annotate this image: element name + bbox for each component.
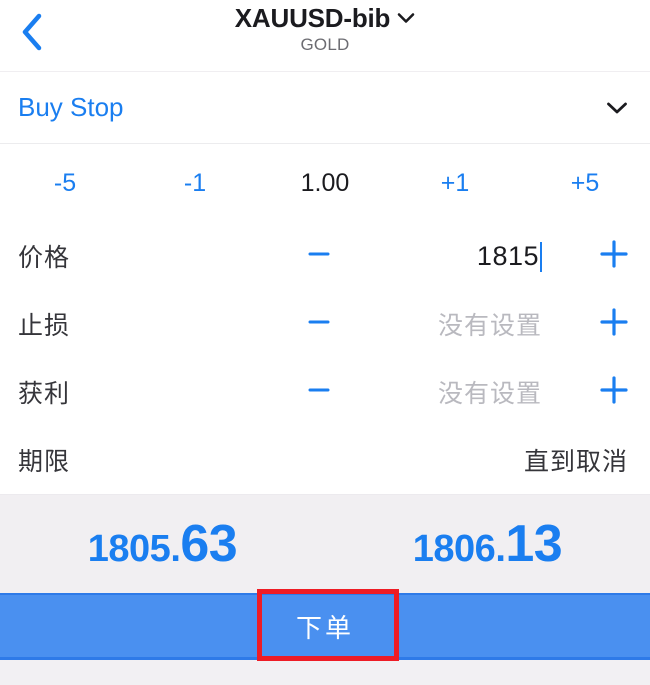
stop-loss-placeholder: 没有设置: [437, 312, 542, 340]
price-input[interactable]: 1815: [350, 241, 578, 272]
take-profit-placeholder: 没有设置: [437, 380, 542, 408]
ask-decimal-part: 13: [505, 515, 563, 573]
quote-panel: 1805.63 1806.13: [0, 494, 650, 593]
place-order-label: 下单: [295, 612, 354, 643]
ask-price[interactable]: 1806.13: [325, 514, 650, 574]
price-row: 价格 1815: [0, 222, 650, 290]
stop-loss-input[interactable]: 没有设置: [350, 306, 578, 342]
bottom-safe-area: [0, 660, 650, 685]
take-profit-increment-button[interactable]: [594, 373, 634, 412]
volume-plus-1-button[interactable]: +1: [390, 169, 520, 198]
bid-integer-part: 1805.: [87, 528, 181, 570]
plus-icon: [597, 237, 631, 276]
stop-loss-label: 止损: [18, 312, 71, 340]
plus-icon: [597, 305, 631, 344]
expiry-label: 期限: [18, 448, 71, 476]
minus-icon: [306, 241, 332, 272]
app-header: XAUUSD-bib GOLD: [0, 0, 650, 72]
volume-minus-5-button[interactable]: -5: [0, 169, 130, 198]
text-cursor: [540, 241, 542, 272]
stop-loss-increment-button[interactable]: [594, 305, 634, 344]
minus-icon: [306, 377, 332, 408]
expiry-value: 直到取消: [523, 448, 628, 476]
price-increment-button[interactable]: [594, 237, 634, 276]
stop-loss-row: 止损 没有设置: [0, 290, 650, 358]
chevron-down-icon: [606, 101, 628, 115]
expiry-row[interactable]: 期限 直到取消: [0, 426, 650, 494]
plus-icon: [597, 373, 631, 412]
order-type-selector[interactable]: Buy Stop: [0, 72, 650, 144]
order-type-label: Buy Stop: [18, 92, 124, 122]
ask-integer-part: 1806.: [412, 528, 506, 570]
volume-input[interactable]: 1.00: [260, 169, 390, 198]
chevron-down-icon: [397, 11, 415, 29]
symbol-description: GOLD: [300, 34, 350, 54]
volume-stepper-row: -5 -1 1.00 +1 +5: [0, 144, 650, 222]
take-profit-label: 获利: [18, 380, 71, 408]
place-order-button[interactable]: 下单: [0, 593, 650, 660]
order-ticket-screen: XAUUSD-bib GOLD Buy Stop -5 -1 1.00 +1 +…: [0, 0, 650, 685]
take-profit-decrement-button[interactable]: [302, 377, 336, 408]
price-value: 1815: [476, 240, 539, 271]
bid-price[interactable]: 1805.63: [0, 514, 325, 574]
stop-loss-decrement-button[interactable]: [302, 309, 336, 340]
symbol-selector[interactable]: XAUUSD-bib: [235, 4, 415, 33]
volume-plus-5-button[interactable]: +5: [520, 169, 650, 198]
minus-icon: [306, 309, 332, 340]
price-decrement-button[interactable]: [302, 241, 336, 272]
price-label: 价格: [18, 244, 71, 272]
page-title: XAUUSD-bib: [234, 3, 391, 33]
take-profit-row: 获利 没有设置: [0, 358, 650, 426]
volume-minus-1-button[interactable]: -1: [130, 169, 260, 198]
take-profit-input[interactable]: 没有设置: [350, 374, 578, 410]
bid-decimal-part: 63: [180, 515, 238, 573]
title-block: XAUUSD-bib GOLD: [0, 4, 650, 55]
